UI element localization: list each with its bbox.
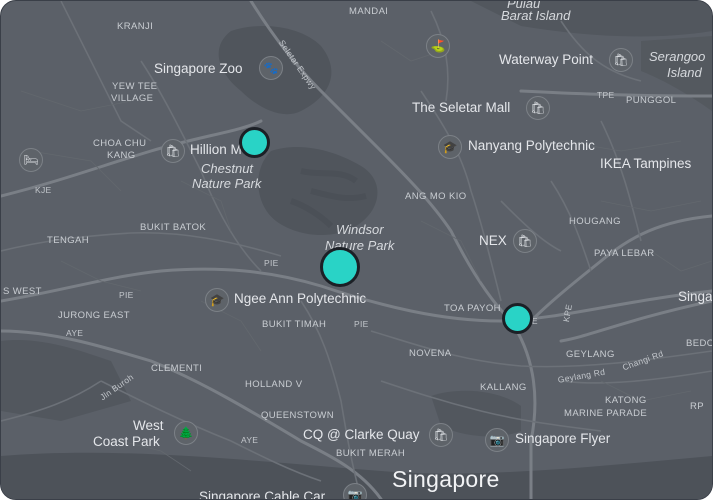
road-label-pie-3: PIE <box>119 290 134 300</box>
area-label-choa-chu: CHOA CHU <box>93 138 147 149</box>
area-label-katong: KATONG <box>605 395 647 406</box>
west-water <box>1 340 131 421</box>
poi-label-waterway-point[interactable]: Waterway Point <box>499 52 593 67</box>
nanyang-polytechnic-icon[interactable]: 🎓 <box>438 135 462 159</box>
road-label-aye-1: AYE <box>66 328 84 338</box>
location-marker-toa-payoh[interactable] <box>502 303 533 334</box>
area-label-kranji: KRANJI <box>117 21 154 32</box>
area-label-clementi: CLEMENTI <box>151 363 203 374</box>
area-label-bukit-batok: BUKIT BATOK <box>140 222 207 233</box>
area-label-marine-parade: MARINE PARADE <box>564 408 648 419</box>
cable-car-icon[interactable]: 📷 <box>343 483 367 499</box>
city-label-singapore: Singapore <box>392 466 500 492</box>
waterway-point-icon[interactable]: 🛍 <box>609 48 633 72</box>
area-label-rp: RP <box>690 401 704 412</box>
area-label-geylang: GEYLANG <box>566 349 615 360</box>
poi-label-singapore-flyer[interactable]: Singapore Flyer <box>515 431 610 446</box>
road-label-kje: KJE <box>35 185 52 195</box>
area-label-paya-lebar: PAYA LEBAR <box>594 248 655 259</box>
poi-label-the-seletar-mall[interactable]: The Seletar Mall <box>412 100 510 115</box>
area-label-kallang: KALLANG <box>480 382 527 393</box>
area-label-hougang: HOUGANG <box>569 216 621 227</box>
poi-label-west-coast-park-2[interactable]: Coast Park <box>93 434 160 449</box>
area-label-queenstown: QUEENSTOWN <box>261 410 334 421</box>
poi-label-cq-clarke-quay[interactable]: CQ @ Clarke Quay <box>303 427 419 442</box>
poi-label-ngee-ann-polytechnic[interactable]: Ngee Ann Polytechnic <box>234 291 366 306</box>
area-label-mandai: MANDAI <box>349 6 389 17</box>
area-label-bukit-timah: BUKIT TIMAH <box>262 319 327 330</box>
area-label-bukit-merah: BUKIT MERAH <box>336 448 406 459</box>
area-label-holland-v: HOLLAND V <box>245 379 303 390</box>
park-label-windsor-1: Windsor <box>336 222 384 237</box>
road-label-pie-1: PIE <box>264 258 279 268</box>
area-label-village: VILLAGE <box>111 93 154 104</box>
area-label-punggol: PUNGGOL <box>626 95 677 106</box>
road-label-aye-2: AYE <box>241 435 259 445</box>
ngee-ann-polytechnic-icon[interactable]: 🎓 <box>205 288 229 312</box>
seletar-mall-icon[interactable]: 🛍 <box>526 96 550 120</box>
area-label-bedo: BEDO <box>686 338 713 349</box>
area-label-tengah: TENGAH <box>47 235 89 246</box>
poi-label-hillion[interactable]: Hillion M <box>190 142 242 157</box>
location-marker-hillion[interactable] <box>239 127 270 158</box>
park-label-chestnut-2: Nature Park <box>192 176 262 191</box>
poi-label-west-coast-park-1[interactable]: West <box>133 418 164 433</box>
clarke-quay-icon[interactable]: 🛍 <box>429 423 453 447</box>
west-coast-park-icon[interactable]: 🌲 <box>174 421 198 445</box>
map-view[interactable]: KRANJI MANDAI YEW TEE VILLAGE CHOA CHU K… <box>0 0 713 500</box>
hillion-mall-icon[interactable]: 🛍 <box>161 139 185 163</box>
area-label-jurong-east: JURONG EAST <box>58 310 130 321</box>
poi-label-singapore-zoo[interactable]: Singapore Zoo <box>154 61 243 76</box>
nex-mall-icon[interactable]: 🛍 <box>513 229 537 253</box>
park-label-serangoon-1: Serangoo <box>649 49 706 64</box>
poi-label-singa[interactable]: Singa <box>678 289 712 304</box>
park-label-chestnut-1: Chestnut <box>201 161 254 176</box>
poi-label-singapore-cable-car[interactable]: Singapore Cable Car <box>199 489 325 499</box>
area-label-toa-payoh: TOA PAYOH <box>444 303 501 314</box>
area-label-yew-tee: YEW TEE <box>112 81 158 92</box>
zoo-icon[interactable]: 🐾 <box>259 56 283 80</box>
golf-icon[interactable]: ⛳ <box>426 34 450 58</box>
poi-label-nanyang-polytechnic[interactable]: Nanyang Polytechnic <box>468 138 595 153</box>
poi-label-nex[interactable]: NEX <box>479 233 507 248</box>
road-label-pie-2: PIE <box>354 319 369 329</box>
hotel-icon[interactable]: 🛏 <box>19 148 43 172</box>
road-label-tpe: TPE <box>597 90 615 100</box>
area-label-novena: NOVENA <box>409 348 452 359</box>
area-label-s-west: S WEST <box>3 286 42 297</box>
area-label-kang: KANG <box>107 150 136 161</box>
location-marker-windsor[interactable] <box>320 247 360 287</box>
area-label-ang-mo-kio: ANG MO KIO <box>405 191 467 202</box>
poi-label-ikea-tampines[interactable]: IKEA Tampines <box>600 156 691 171</box>
singapore-flyer-icon[interactable]: 📷 <box>485 428 509 452</box>
park-label-serangoon-2: Island <box>667 65 702 80</box>
park-label-pulau-2: Barat Island <box>501 8 571 23</box>
